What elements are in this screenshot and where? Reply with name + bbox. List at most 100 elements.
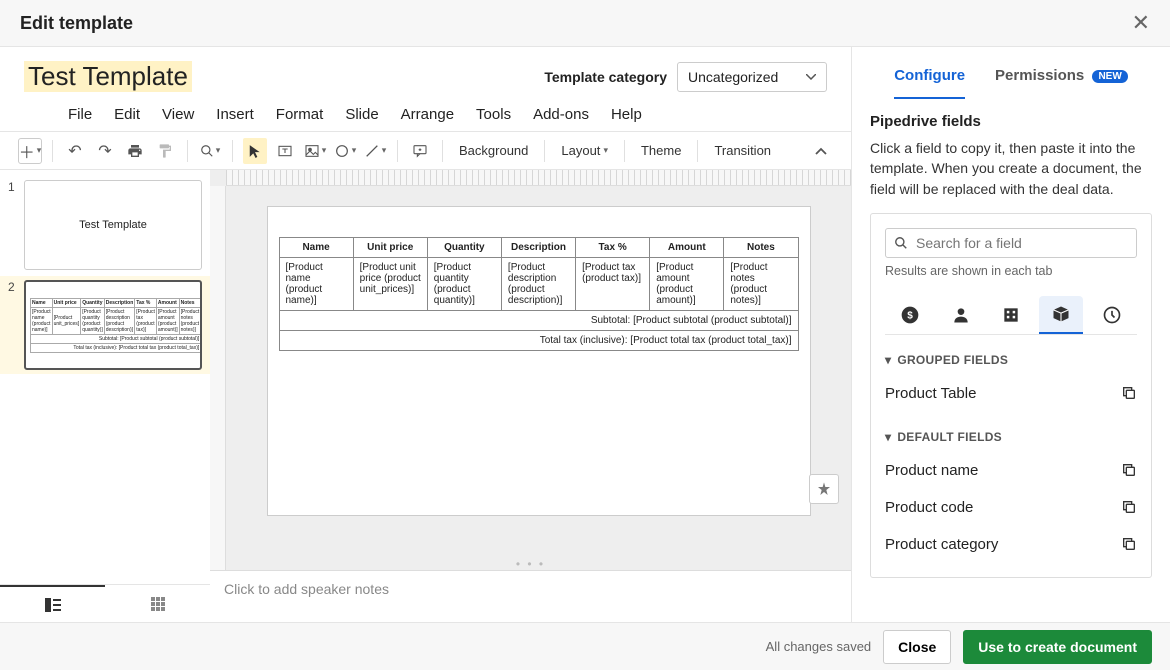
table-cell[interactable]: [Product quantity (product quantity)] bbox=[427, 258, 501, 311]
product-tab-icon[interactable] bbox=[1039, 296, 1083, 334]
menu-format[interactable]: Format bbox=[276, 106, 324, 123]
shape-icon[interactable]: ▾ bbox=[333, 138, 357, 164]
theme-button[interactable]: Theme bbox=[635, 138, 687, 164]
section-grouped[interactable]: ▾ GROUPED FIELDS bbox=[885, 353, 1137, 367]
field-category-tabs: $ bbox=[885, 296, 1137, 335]
category-value: Uncategorized bbox=[688, 69, 778, 85]
search-hint: Results are shown in each tab bbox=[885, 264, 1137, 278]
field-item[interactable]: Product category bbox=[885, 526, 1137, 563]
person-tab-icon[interactable] bbox=[939, 296, 983, 334]
document-title[interactable]: Test Template bbox=[24, 61, 192, 92]
notes-splitter[interactable]: • • • bbox=[210, 558, 851, 570]
menu-addons[interactable]: Add-ons bbox=[533, 106, 589, 123]
menu-view[interactable]: View bbox=[162, 106, 194, 123]
slide-page[interactable]: Name Unit price Quantity Description Tax… bbox=[267, 206, 811, 516]
zoom-icon[interactable]: ▾ bbox=[198, 138, 222, 164]
deal-tab-icon[interactable]: $ bbox=[888, 296, 932, 334]
explore-icon[interactable] bbox=[809, 474, 839, 504]
textbox-icon[interactable] bbox=[273, 138, 297, 164]
copy-icon[interactable] bbox=[1121, 462, 1137, 478]
table-header[interactable]: Unit price bbox=[353, 238, 427, 258]
image-icon[interactable]: ▾ bbox=[303, 138, 327, 164]
slide-canvas: Name Unit price Quantity Description Tax… bbox=[210, 170, 851, 622]
sidebar-tabs: Configure Permissions NEW bbox=[852, 47, 1170, 99]
layout-button[interactable]: Layout▾ bbox=[555, 138, 614, 164]
table-header[interactable]: Quantity bbox=[427, 238, 501, 258]
copy-icon[interactable] bbox=[1121, 536, 1137, 552]
menu-slide[interactable]: Slide bbox=[345, 106, 378, 123]
table-header[interactable]: Tax % bbox=[576, 238, 650, 258]
category-label: Template category bbox=[544, 69, 667, 85]
toolbar: ＋▾ ↶ ↷ ▾ ▾ bbox=[0, 132, 851, 170]
table-header[interactable]: Description bbox=[501, 238, 575, 258]
field-item[interactable]: Product name bbox=[885, 452, 1137, 489]
tab-permissions[interactable]: Permissions NEW bbox=[995, 67, 1128, 99]
horizontal-ruler bbox=[226, 170, 851, 186]
sidebar-heading: Pipedrive fields bbox=[870, 113, 1152, 130]
field-item[interactable]: Product code bbox=[885, 489, 1137, 526]
product-table[interactable]: Name Unit price Quantity Description Tax… bbox=[279, 237, 799, 351]
transition-button[interactable]: Transition bbox=[708, 138, 777, 164]
caret-down-icon: ▾ bbox=[885, 353, 891, 367]
svg-text:$: $ bbox=[907, 310, 913, 321]
table-header[interactable]: Name bbox=[279, 238, 353, 258]
close-button[interactable]: Close bbox=[883, 630, 951, 664]
new-slide-button[interactable]: ＋▾ bbox=[18, 138, 42, 164]
search-input[interactable] bbox=[885, 228, 1137, 258]
table-cell[interactable]: [Product amount (product amount)] bbox=[650, 258, 724, 311]
table-cell[interactable]: [Product unit price (product unit_prices… bbox=[353, 258, 427, 311]
slide-thumbnail[interactable]: NameUnit priceQuantityDescriptionTax %Am… bbox=[24, 280, 202, 370]
caret-down-icon: ▾ bbox=[885, 430, 891, 444]
category-select[interactable]: Uncategorized bbox=[677, 62, 827, 92]
search-icon bbox=[894, 236, 908, 250]
select-tool-icon[interactable] bbox=[243, 138, 267, 164]
field-item[interactable]: Product Table bbox=[885, 375, 1137, 412]
filmstrip-view-icon[interactable] bbox=[0, 585, 105, 622]
menu-bar: File Edit View Insert Format Slide Arran… bbox=[0, 98, 851, 132]
menu-insert[interactable]: Insert bbox=[216, 106, 254, 123]
tab-configure[interactable]: Configure bbox=[894, 67, 965, 99]
thumbnail-panel: 1 Test Template 2 NameUnit priceQuantity… bbox=[0, 170, 210, 584]
menu-tools[interactable]: Tools bbox=[476, 106, 511, 123]
collapse-toolbar-icon[interactable] bbox=[809, 138, 833, 164]
section-default[interactable]: ▾ DEFAULT FIELDS bbox=[885, 430, 1137, 444]
save-status: All changes saved bbox=[766, 639, 872, 654]
menu-arrange[interactable]: Arrange bbox=[401, 106, 454, 123]
table-subtotal[interactable]: Subtotal: [Product subtotal (product sub… bbox=[279, 311, 798, 331]
undo-icon[interactable]: ↶ bbox=[63, 138, 87, 164]
thumb-number: 2 bbox=[8, 280, 18, 370]
close-icon[interactable]: ✕ bbox=[1132, 10, 1150, 36]
footer-bar: All changes saved Close Use to create do… bbox=[0, 622, 1170, 670]
menu-help[interactable]: Help bbox=[611, 106, 642, 123]
copy-icon[interactable] bbox=[1121, 499, 1137, 515]
new-badge: NEW bbox=[1092, 70, 1127, 83]
table-cell[interactable]: [Product tax (product tax)] bbox=[576, 258, 650, 311]
print-icon[interactable] bbox=[123, 138, 147, 164]
table-header[interactable]: Notes bbox=[724, 238, 798, 258]
speaker-notes[interactable]: Click to add speaker notes bbox=[210, 570, 851, 622]
copy-icon[interactable] bbox=[1121, 385, 1137, 401]
grid-view-icon[interactable] bbox=[105, 585, 210, 622]
organization-tab-icon[interactable] bbox=[989, 296, 1033, 334]
paint-format-icon[interactable] bbox=[153, 138, 177, 164]
menu-file[interactable]: File bbox=[68, 106, 92, 123]
slide-thumbnail[interactable]: Test Template bbox=[24, 180, 202, 270]
line-icon[interactable]: ▾ bbox=[363, 138, 387, 164]
redo-icon[interactable]: ↷ bbox=[93, 138, 117, 164]
table-total-tax[interactable]: Total tax (inclusive): [Product total ta… bbox=[279, 331, 798, 351]
table-header[interactable]: Amount bbox=[650, 238, 724, 258]
editor-pane: Test Template Template category Uncatego… bbox=[0, 47, 852, 622]
background-button[interactable]: Background bbox=[453, 138, 534, 164]
menu-edit[interactable]: Edit bbox=[114, 106, 140, 123]
table-cell[interactable]: [Product notes (product notes)] bbox=[724, 258, 798, 311]
sidebar-description: Click a field to copy it, then paste it … bbox=[870, 138, 1152, 199]
comment-icon[interactable] bbox=[408, 138, 432, 164]
activity-tab-icon[interactable] bbox=[1090, 296, 1134, 334]
search-field[interactable] bbox=[916, 235, 1128, 251]
thumb-number: 1 bbox=[8, 180, 18, 270]
chevron-down-icon bbox=[806, 74, 816, 80]
use-to-create-button[interactable]: Use to create document bbox=[963, 630, 1152, 664]
table-cell[interactable]: [Product description (product descriptio… bbox=[501, 258, 575, 311]
thumbs-view-switcher bbox=[0, 584, 210, 622]
table-cell[interactable]: [Product name (product name)] bbox=[279, 258, 353, 311]
